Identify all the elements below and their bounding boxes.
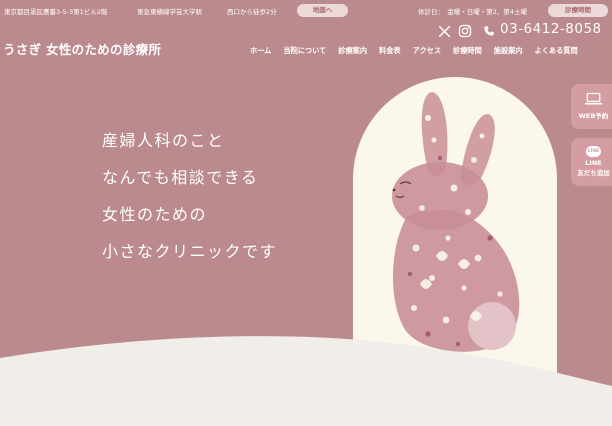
- line-friend-button[interactable]: LINE LINE 友だち追加: [571, 138, 612, 186]
- address-text: 東京都目黒区鷹番3-5-3第1ビル2階: [4, 8, 108, 16]
- phone-number[interactable]: 03-6412-8058: [500, 21, 602, 37]
- hero-copy: 産婦人科のこと なんでも相談できる 女性のための 小さなクリニックです: [102, 127, 277, 275]
- nav-item-faq[interactable]: よくある質問: [535, 46, 578, 58]
- nav-item-about[interactable]: 当院について: [283, 46, 326, 58]
- web-reservation-button[interactable]: WEB予約: [571, 84, 612, 129]
- hero-line: なんでも相談できる: [102, 168, 259, 187]
- nav-item-fees[interactable]: 料金表: [379, 46, 401, 58]
- nav-item-facility[interactable]: 施設案内: [494, 46, 523, 58]
- hill-shape: [0, 336, 612, 426]
- walk-text: 西口から徒歩2分: [227, 8, 277, 16]
- x-icon[interactable]: [438, 25, 451, 38]
- phone-icon: [484, 26, 494, 36]
- instagram-icon[interactable]: [458, 24, 472, 38]
- hours-button[interactable]: 診療時間: [548, 4, 608, 17]
- nav-item-services[interactable]: 診療案内: [338, 46, 367, 58]
- line-icon: LINE: [586, 146, 601, 157]
- map-button[interactable]: 地図へ: [297, 4, 348, 17]
- line-sub-label: 友だち追加: [577, 169, 610, 177]
- line-label: LINE: [585, 159, 602, 167]
- top-info-bar: 東京都目黒区鷹番3-5-3第1ビル2階 東急東横線学芸大学駅 西口から徒歩2分 …: [0, 0, 612, 20]
- site-logo[interactable]: うさぎ 女性のための診療所: [3, 39, 161, 58]
- station-text: 東急東横線学芸大学駅: [137, 8, 202, 16]
- nav-item-access[interactable]: アクセス: [413, 46, 441, 58]
- hero-line: 小さなクリニックです: [102, 242, 278, 261]
- page: 東京都目黒区鷹番3-5-3第1ビル2階 東急東横線学芸大学駅 西口から徒歩2分 …: [0, 0, 612, 426]
- hero-line: 産婦人科のこと: [102, 131, 225, 150]
- laptop-icon: [584, 92, 603, 105]
- closed-days-text: 休診日： 金曜・日曜・第2、第4土曜: [418, 8, 528, 16]
- hero-line: 女性のための: [102, 205, 208, 224]
- nav-item-home[interactable]: ホーム: [250, 46, 271, 58]
- web-reservation-label: WEB予約: [578, 112, 609, 120]
- nav-item-hours[interactable]: 診療時間: [453, 46, 482, 58]
- main-nav: ホーム 当院について 診療案内 料金表 アクセス 診療時間 施設案内 よくある質…: [250, 46, 590, 58]
- floral-rabbit-illustration: [392, 92, 520, 352]
